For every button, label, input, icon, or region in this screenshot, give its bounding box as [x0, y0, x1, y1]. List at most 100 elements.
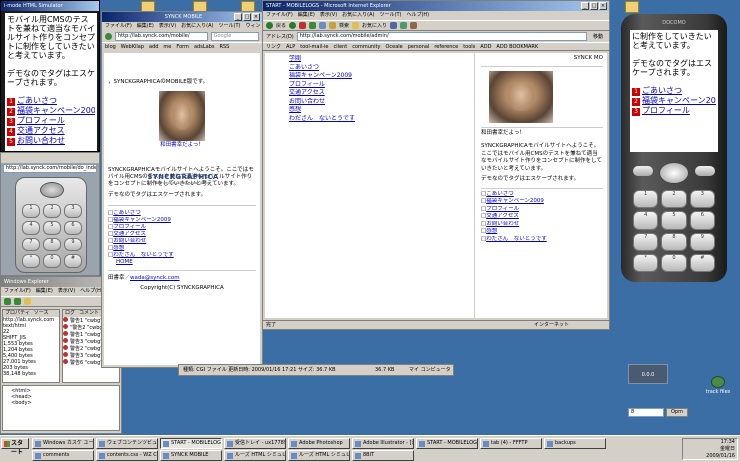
- synck-bookmark[interactable]: RSS: [219, 44, 229, 50]
- taskbar-button[interactable]: 8BIT: [352, 450, 414, 461]
- ie-refresh-icon[interactable]: [309, 22, 317, 29]
- phone-right-link-text[interactable]: ごあいさつ: [642, 86, 682, 95]
- ie-bookmark[interactable]: client: [334, 44, 348, 50]
- ie-bookmark[interactable]: ALP: [286, 44, 295, 50]
- keypad-key[interactable]: 6: [689, 211, 715, 230]
- keypad-key[interactable]: 9: [689, 232, 715, 251]
- explorer-tree-node[interactable]: <body>: [11, 400, 111, 406]
- ie-top-link[interactable]: 学閥: [289, 55, 450, 64]
- keypad-key[interactable]: #: [64, 254, 82, 268]
- keypad-key[interactable]: 1: [633, 190, 659, 209]
- keypad-key[interactable]: 1: [22, 204, 40, 218]
- taskbar-button[interactable]: backups: [544, 438, 606, 449]
- keypad-key[interactable]: *: [22, 254, 40, 268]
- ie-side-link-text[interactable]: 感想: [486, 228, 497, 234]
- ie-bookmark[interactable]: ADD BOOKMARK: [496, 44, 538, 50]
- taskbar-button[interactable]: tab (4) - FFFTP: [480, 438, 542, 449]
- explorer-menu-item[interactable]: ヘルプ(H): [80, 288, 103, 294]
- synck-link-text[interactable]: プロフィール: [113, 224, 146, 230]
- phone-right-link[interactable]: 3 プロフィール: [632, 106, 716, 116]
- ie-stop-icon[interactable]: [299, 22, 307, 29]
- synck-maximize-button[interactable]: □: [243, 13, 251, 21]
- ie-mail-icon[interactable]: [410, 22, 418, 29]
- explorer-menu-item[interactable]: ファイル(F): [4, 288, 31, 294]
- synck-menu-item[interactable]: 編集(E): [137, 23, 154, 29]
- synck-link-text[interactable]: 福袋キャンペーン2009: [113, 217, 171, 223]
- taskbar-button[interactable]: START - MOBILELOGS: [416, 438, 478, 449]
- keypad-key[interactable]: 9: [64, 237, 82, 252]
- phone-right-call-button[interactable]: [633, 166, 653, 176]
- synck-url-field[interactable]: http://lab.synck.com/mobile/: [115, 32, 208, 41]
- ie-media-icon[interactable]: [390, 22, 398, 29]
- ie-side-link[interactable]: □わだざん ないとうです: [481, 236, 603, 244]
- ie-search-label[interactable]: 検索: [339, 22, 349, 29]
- synck-home-link[interactable]: HOME: [108, 259, 256, 266]
- synck-link-item[interactable]: □福袋キャンペーン2009: [108, 217, 256, 224]
- desktop-folder-icon-right[interactable]: [612, 1, 652, 14]
- simulator-url-field[interactable]: http://lab.synck.com/mobile/do_inde: [3, 164, 97, 173]
- ie-side-link[interactable]: □感想: [481, 228, 603, 236]
- phone-left-link[interactable]: 1 ごあいさつ: [7, 96, 95, 106]
- explorer-back-icon[interactable]: [4, 298, 11, 305]
- phone-left-link[interactable]: 2 福袋キャンペーン2009: [7, 106, 95, 116]
- ie-favorites-label[interactable]: お気に入り: [362, 22, 387, 29]
- synck-back-icon[interactable]: [105, 33, 112, 40]
- keypad-key[interactable]: 5: [43, 220, 61, 235]
- synck-link-text[interactable]: お問い合わせ: [113, 238, 146, 244]
- ie-side-link-text[interactable]: 福袋キャンペーン2009: [486, 198, 544, 204]
- ie-home-icon[interactable]: [319, 22, 327, 29]
- mini-open-button[interactable]: Opm: [666, 408, 688, 417]
- synck-link-item[interactable]: □ごあいさつ: [108, 210, 256, 217]
- keypad-key[interactable]: #: [689, 253, 715, 272]
- synck-link-item[interactable]: □交通アクセス: [108, 231, 256, 238]
- taskbar-button[interactable]: SYNCK MOBILE: [160, 450, 222, 461]
- ie-bookmark[interactable]: ADD: [480, 44, 491, 50]
- explorer-col-comment[interactable]: コメント: [77, 310, 101, 317]
- mini-value-field[interactable]: 8: [628, 408, 664, 417]
- synck-menu-item[interactable]: ツール(T): [219, 23, 241, 29]
- synck-bookmark[interactable]: add: [149, 44, 158, 50]
- synck-link-text[interactable]: 交通アクセス: [113, 231, 146, 237]
- explorer-prop-row[interactable]: 38,148 bytes: [3, 371, 59, 377]
- ie-side-link[interactable]: □福袋キャンペーン2009: [481, 198, 603, 206]
- synck-link-text[interactable]: 感想: [113, 245, 124, 251]
- ie-history-icon[interactable]: [400, 22, 408, 29]
- keypad-key[interactable]: 3: [64, 204, 82, 218]
- taskbar-button[interactable]: ルーズ HTML シミュレータ: [224, 450, 286, 461]
- explorer-col-props[interactable]: プロパティ: [3, 310, 32, 317]
- taskbar-button[interactable]: ルーズ HTML シミュレータ: [288, 450, 350, 461]
- ie-menu-item[interactable]: 表示(V): [320, 12, 337, 18]
- ie-menu-item[interactable]: お気に入り(A): [342, 12, 374, 18]
- ie-minimize-button[interactable]: _: [581, 2, 589, 10]
- ie-side-link-text[interactable]: わだざん ないとうです: [486, 236, 547, 242]
- ie-side-link-text[interactable]: 交通アクセス: [486, 213, 519, 219]
- synck-footer-email[interactable]: wada@synck.com: [130, 275, 180, 281]
- ie-favorites-icon[interactable]: [352, 22, 360, 29]
- ie-bookmark[interactable]: Oceale: [385, 44, 402, 50]
- keypad-key[interactable]: 7: [22, 237, 40, 252]
- phone-right-link-text[interactable]: プロフィール: [642, 106, 690, 115]
- phone-right-link[interactable]: 1 ごあいさつ: [632, 86, 716, 96]
- taskbar-button[interactable]: comments: [32, 450, 94, 461]
- keypad-key[interactable]: 8: [43, 237, 61, 252]
- taskbar-button[interactable]: Adobe Illustrator - [注: [352, 438, 414, 449]
- keypad-key[interactable]: 5: [661, 211, 687, 230]
- ie-side-link[interactable]: □プロフィール: [481, 206, 603, 214]
- keypad-key[interactable]: 7: [633, 232, 659, 251]
- synck-search-field[interactable]: Google: [210, 32, 259, 41]
- synck-menu-item[interactable]: お気に入り(A): [181, 23, 213, 29]
- taskbar-button[interactable]: START - MOBILELOGS: [160, 438, 222, 449]
- ie-bookmark[interactable]: tool-mail-ie: [300, 44, 328, 50]
- ie-side-link[interactable]: □交通アクセス: [481, 213, 603, 221]
- ie-side-link-text[interactable]: お問い合わせ: [486, 221, 519, 227]
- explorer-col-source[interactable]: ソース: [32, 310, 51, 317]
- synck-menu-item[interactable]: ファイル(F): [105, 23, 132, 29]
- ie-top-link[interactable]: プロフィール: [289, 81, 450, 90]
- explorer-col-log[interactable]: ログ: [63, 310, 77, 317]
- phone-left-link[interactable]: 5 お問い合わせ: [7, 136, 95, 146]
- ie-back-icon[interactable]: [266, 22, 273, 29]
- start-button[interactable]: スタート: [1, 438, 29, 456]
- taskbar-button[interactable]: contents.css - WZ C PX: [96, 450, 158, 461]
- taskbar-button[interactable]: Windows カスケ ユーティリ: [32, 438, 94, 449]
- keypad-key[interactable]: 4: [633, 211, 659, 230]
